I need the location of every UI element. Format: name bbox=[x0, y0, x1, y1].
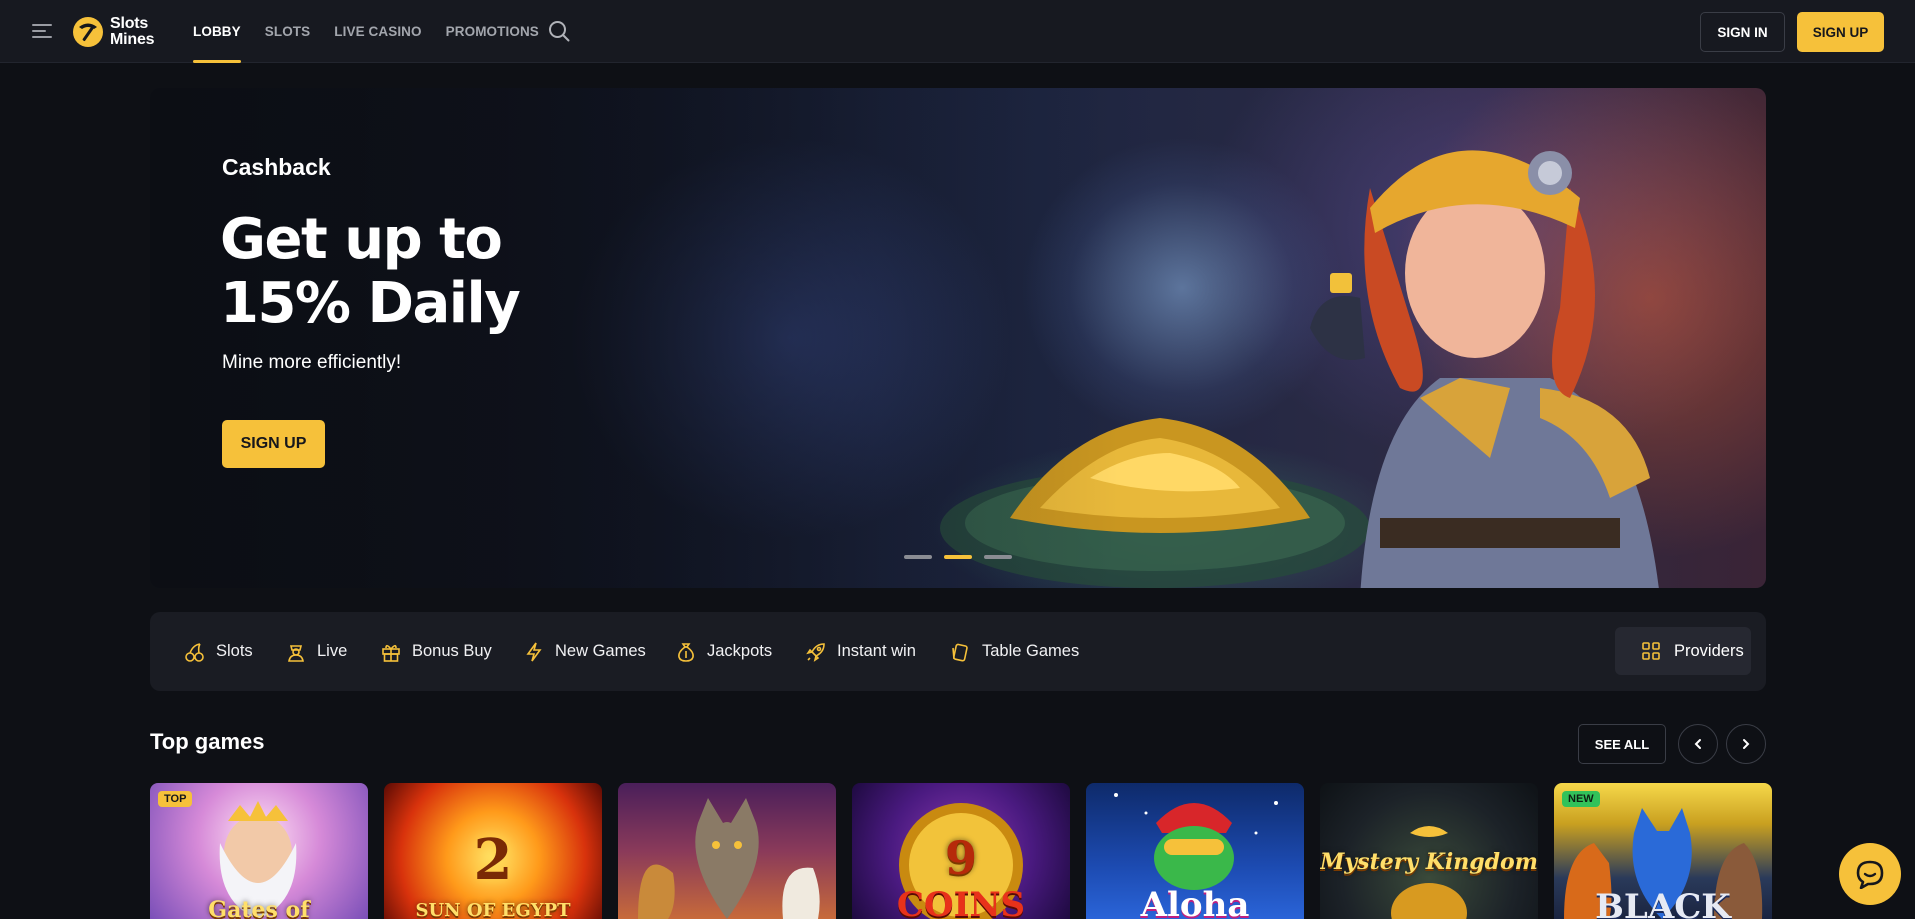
dealer-icon bbox=[288, 644, 304, 662]
top-header: Slots Mines LOBBY SLOTS LIVE CASINO PROM… bbox=[0, 0, 1915, 63]
money-bag-icon bbox=[678, 642, 694, 662]
hero-subtitle: Mine more efficiently! bbox=[222, 352, 402, 373]
game-tile[interactable]: Aloha bbox=[1086, 783, 1304, 919]
nav-live-casino[interactable]: LIVE CASINO bbox=[334, 0, 421, 63]
category-bar: Slots Live Bonus Buy New Games Jackpots … bbox=[150, 612, 1766, 691]
search-icon[interactable] bbox=[548, 20, 570, 42]
carousel-dots bbox=[904, 555, 1012, 559]
grid-icon bbox=[1642, 642, 1660, 660]
category-instant-win[interactable]: Instant win bbox=[805, 612, 916, 691]
game-title: Gates of bbox=[208, 897, 310, 919]
game-tile[interactable]: 9 COINS bbox=[852, 783, 1070, 919]
logo-text: Slots Mines bbox=[110, 15, 155, 48]
game-title: BLACK bbox=[1595, 887, 1731, 919]
carousel-dot-1[interactable] bbox=[904, 555, 932, 559]
hero-banner: Cashback Get up to 15% Daily Mine more e… bbox=[150, 88, 1766, 588]
pickaxe-logo-icon bbox=[73, 17, 103, 47]
category-label: Slots bbox=[216, 642, 253, 660]
chevron-left-icon bbox=[1694, 739, 1701, 749]
hero-sign-up-button[interactable]: SIGN UP bbox=[222, 420, 325, 468]
hero-title-line-2: 15% Daily bbox=[220, 271, 521, 336]
category-table-games[interactable]: Table Games bbox=[950, 612, 1079, 691]
wolf-artwork bbox=[638, 798, 820, 919]
section-title: Top games bbox=[150, 729, 265, 754]
nav-slots[interactable]: SLOTS bbox=[265, 0, 311, 63]
gift-icon bbox=[382, 644, 400, 662]
category-label: Bonus Buy bbox=[412, 642, 492, 660]
category-label: Instant win bbox=[837, 642, 916, 660]
logo-line-2: Mines bbox=[110, 31, 155, 48]
rocket-icon bbox=[806, 642, 825, 662]
providers-label: Providers bbox=[1674, 641, 1744, 660]
top-badge: TOP bbox=[158, 791, 193, 807]
category-label: Jackpots bbox=[707, 642, 773, 660]
game-title: Mystery Kingdom bbox=[1320, 849, 1538, 875]
game-title: COINS bbox=[896, 885, 1026, 919]
hero-eyebrow: Cashback bbox=[222, 154, 331, 180]
hamburger-menu-icon[interactable] bbox=[32, 22, 54, 40]
game-tile[interactable]: Gates of TOP bbox=[150, 783, 368, 919]
category-bonus-buy[interactable]: Bonus Buy bbox=[380, 612, 492, 691]
carousel-prev-button[interactable] bbox=[1678, 724, 1718, 764]
providers-button[interactable]: Providers bbox=[1615, 627, 1751, 675]
hero-gradient-overlay bbox=[150, 88, 1766, 588]
live-chat-button[interactable] bbox=[1839, 843, 1901, 905]
category-live[interactable]: Live bbox=[285, 612, 347, 691]
nav-lobby[interactable]: LOBBY bbox=[193, 0, 241, 63]
carousel-next-button[interactable] bbox=[1726, 724, 1766, 764]
category-new-games[interactable]: New Games bbox=[523, 612, 646, 691]
category-label: Live bbox=[317, 642, 348, 660]
game-tile[interactable]: 2 SUN OF EGYPT bbox=[384, 783, 602, 919]
category-label: Table Games bbox=[982, 642, 1080, 660]
game-title: Aloha bbox=[1140, 885, 1250, 919]
cherries-icon bbox=[185, 642, 204, 662]
hero-title: Get up to 15% Daily bbox=[220, 208, 720, 336]
game-number: 9 bbox=[944, 831, 977, 885]
cards-icon bbox=[952, 643, 968, 662]
category-label: New Games bbox=[555, 642, 646, 660]
game-number: 2 bbox=[473, 827, 513, 893]
chat-bubble-icon bbox=[1856, 860, 1884, 889]
game-tile[interactable] bbox=[618, 783, 836, 919]
category-jackpots[interactable]: Jackpots bbox=[675, 612, 772, 691]
game-title: SUN OF EGYPT bbox=[415, 900, 571, 919]
chevron-right-icon bbox=[1743, 739, 1750, 749]
nav-promotions[interactable]: PROMOTIONS bbox=[446, 0, 539, 63]
lightning-icon bbox=[526, 642, 542, 661]
hero-title-line-1: Get up to bbox=[220, 207, 503, 272]
new-badge: NEW bbox=[1562, 791, 1600, 807]
category-slots[interactable]: Slots bbox=[184, 612, 253, 691]
carousel-dot-3[interactable] bbox=[984, 555, 1012, 559]
main-nav: LOBBY SLOTS LIVE CASINO PROMOTIONS bbox=[193, 0, 563, 63]
sign-in-button[interactable]: SIGN IN bbox=[1700, 12, 1785, 52]
game-tile[interactable]: BLACK NEW bbox=[1554, 783, 1772, 919]
logo-line-1: Slots bbox=[110, 15, 149, 32]
sign-up-button[interactable]: SIGN UP bbox=[1797, 12, 1884, 52]
site-logo[interactable]: Slots Mines bbox=[72, 15, 155, 49]
see-all-button[interactable]: SEE ALL bbox=[1578, 724, 1666, 764]
carousel-dot-2[interactable] bbox=[944, 555, 972, 559]
game-tile[interactable]: Mystery Kingdom bbox=[1320, 783, 1538, 919]
